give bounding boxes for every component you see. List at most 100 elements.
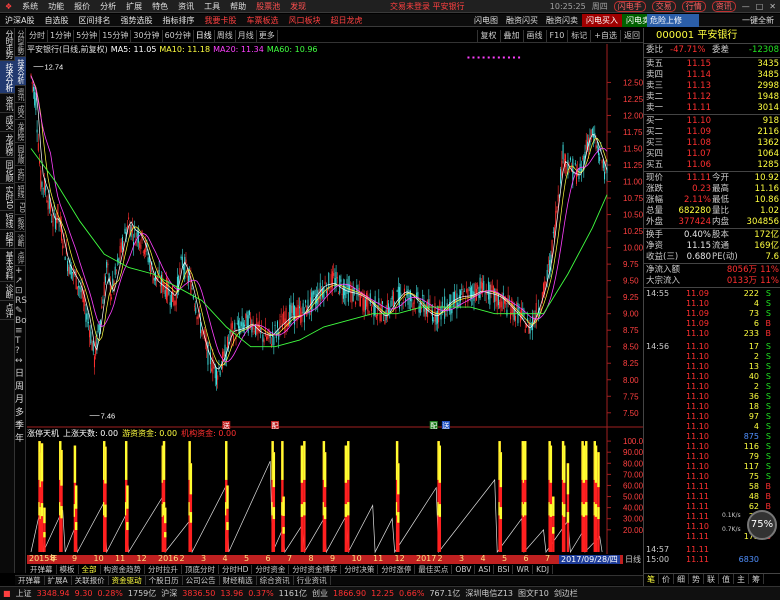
info-tab[interactable]: 扩展A — [45, 576, 72, 585]
period-8[interactable]: 月线 — [236, 30, 257, 42]
tool-icon[interactable]: ↔ — [15, 356, 25, 366]
menu-item[interactable]: 工具 — [199, 0, 225, 13]
left-tab[interactable]: 实时10 — [0, 184, 15, 212]
left-tab[interactable]: 点评 — [0, 301, 15, 321]
left-tab[interactable]: 同花顺 — [0, 158, 15, 184]
close-icon[interactable]: ✕ — [769, 2, 776, 11]
sub-tab[interactable]: F10 — [15, 200, 26, 215]
one-click-refresh-button[interactable]: 一键全新 — [742, 14, 774, 27]
featured-item[interactable]: 风口板块 — [283, 14, 325, 27]
chart-tool[interactable]: 画线 — [522, 30, 546, 42]
indicator-tab[interactable]: 分时资金博弈 — [289, 565, 342, 574]
panel-tab[interactable]: 主 — [734, 574, 749, 584]
featured-item[interactable]: 超日龙虎 — [325, 14, 367, 27]
left-tab[interactable]: 资讯 — [0, 94, 15, 113]
chart-tool[interactable]: 标记 — [567, 30, 590, 42]
ad-button[interactable]: 危险上修 — [647, 14, 699, 27]
menu-item[interactable]: 帮助 — [225, 0, 251, 13]
menu-item[interactable]: 扩展 — [121, 0, 147, 13]
trade-button[interactable]: 交易 — [651, 1, 676, 12]
info-tab[interactable]: 财经精选 — [220, 576, 257, 585]
function-item[interactable]: 区间排名 — [73, 14, 115, 27]
left-tab[interactable]: 分时走势 — [0, 28, 15, 61]
period-1[interactable]: 1分钟 — [48, 30, 75, 42]
indicator-tab[interactable]: KDJ — [533, 565, 554, 574]
period-5[interactable]: 60分钟 — [163, 30, 194, 42]
sub-tab[interactable]: 板块 — [15, 215, 26, 232]
function-item[interactable]: 指标排序 — [157, 14, 199, 27]
period-0[interactable]: 分时 — [27, 30, 48, 42]
panel-tab[interactable]: 筹 — [749, 574, 764, 584]
indicator-tab[interactable]: 模板 — [57, 565, 79, 574]
left-tab[interactable]: 超市 — [0, 230, 15, 250]
period-shortcut[interactable]: 周 — [15, 379, 25, 392]
info-tab[interactable]: 综合资讯 — [257, 576, 294, 585]
period-shortcut[interactable]: 日 — [15, 366, 25, 379]
panel-tab[interactable]: 价 — [659, 574, 674, 584]
indicator-tab[interactable]: 分时HD — [219, 565, 253, 574]
lightning-trade-button[interactable]: 闪电手 — [613, 1, 646, 12]
indicator-tab[interactable]: 开弹幕 — [27, 565, 57, 574]
sub-tab[interactable]: 诊断 — [15, 232, 26, 249]
sub-tab[interactable]: 技术分析 — [15, 57, 26, 86]
left-tab[interactable]: 成交 — [0, 113, 15, 132]
left-tab[interactable]: 短线 — [0, 211, 15, 231]
chart-tool[interactable]: +自选 — [590, 30, 620, 42]
left-tab[interactable]: 技术分析 — [0, 61, 15, 94]
info-tab[interactable]: 开弹幕 — [15, 576, 45, 585]
minimize-icon[interactable]: — — [742, 2, 750, 11]
menu-item[interactable]: 分析 — [95, 0, 121, 13]
menu-item[interactable]: 特色 — [147, 0, 173, 13]
indicator-tab[interactable]: WR — [513, 565, 534, 574]
menu-item[interactable]: 功能 — [43, 0, 69, 13]
info-tab[interactable]: 资金驱动 — [109, 576, 146, 585]
menu-item[interactable]: 报价 — [69, 0, 95, 13]
featured-item[interactable]: 车票板选 — [241, 14, 283, 27]
indicator-tab[interactable]: 分时决策 — [341, 565, 379, 574]
panel-tab[interactable]: 细 — [674, 574, 689, 584]
period-shortcut[interactable]: 年 — [15, 431, 25, 444]
period-shortcut[interactable]: 季 — [15, 418, 25, 431]
quick-trade-item[interactable]: 融资闪卖 — [542, 14, 582, 27]
period-3[interactable]: 15分钟 — [100, 30, 132, 42]
tool-icon[interactable]: ≡ — [15, 326, 25, 336]
panel-tab[interactable]: 联 — [704, 574, 719, 584]
sub-tab[interactable]: 点评 — [15, 249, 26, 266]
tool-icon[interactable]: ⊡ — [15, 286, 25, 296]
sub-tab[interactable]: 资讯 — [15, 86, 26, 103]
period-label[interactable]: 日线 — [623, 555, 643, 564]
tool-icon[interactable]: ? — [15, 346, 25, 356]
panel-tab[interactable]: 值 — [719, 574, 734, 584]
chart-tool[interactable]: F10 — [545, 30, 568, 42]
panel-tab[interactable]: 笔 — [644, 574, 659, 584]
function-item[interactable]: 强势选股 — [115, 14, 157, 27]
sub-tab[interactable]: 实时 — [15, 166, 26, 183]
tool-icon[interactable]: ↗ — [15, 276, 25, 286]
chart-area[interactable]: 12.50 12.25 12.00 11.75 11.50 11.25 11.00 10.75… — [27, 44, 643, 554]
sub-tab[interactable]: 同花顺 — [15, 143, 26, 166]
info-tab[interactable]: 关联报价 — [72, 576, 109, 585]
indicator-tab[interactable]: BSI — [494, 565, 514, 574]
info-tab[interactable]: 公司公告 — [183, 576, 220, 585]
period-6[interactable]: 日线 — [194, 30, 215, 42]
tool-icon[interactable]: + — [15, 266, 25, 276]
menu-item-discover[interactable]: 发现 — [285, 0, 311, 13]
menu-item[interactable]: 系统 — [17, 0, 43, 13]
chart-tool[interactable]: 复权 — [476, 30, 500, 42]
function-item[interactable]: 自选股 — [39, 14, 73, 27]
news-button[interactable]: 资讯 — [711, 1, 736, 12]
indicator-tab[interactable]: 分时涨停 — [378, 565, 416, 574]
left-tab[interactable]: 龙虎榜 — [0, 132, 15, 158]
sub-tab[interactable]: 分时走势 — [15, 28, 26, 57]
period-shortcut[interactable]: 月 — [15, 392, 25, 405]
tool-icon[interactable]: RSI — [15, 296, 30, 306]
quotes-button[interactable]: 行情 — [681, 1, 706, 12]
indicator-tab[interactable]: 分时资金 — [252, 565, 290, 574]
chart-tool[interactable]: 叠加 — [499, 30, 523, 42]
quick-trade-item[interactable]: 闪电买入 — [582, 14, 622, 27]
left-tab[interactable]: 基本资料 — [0, 249, 15, 283]
panel-tab[interactable]: 势 — [689, 574, 704, 584]
period-9[interactable]: 更多 — [257, 30, 278, 42]
indicator-tab[interactable]: 全部 — [79, 565, 101, 574]
sub-tab[interactable]: 短线 — [15, 183, 26, 200]
